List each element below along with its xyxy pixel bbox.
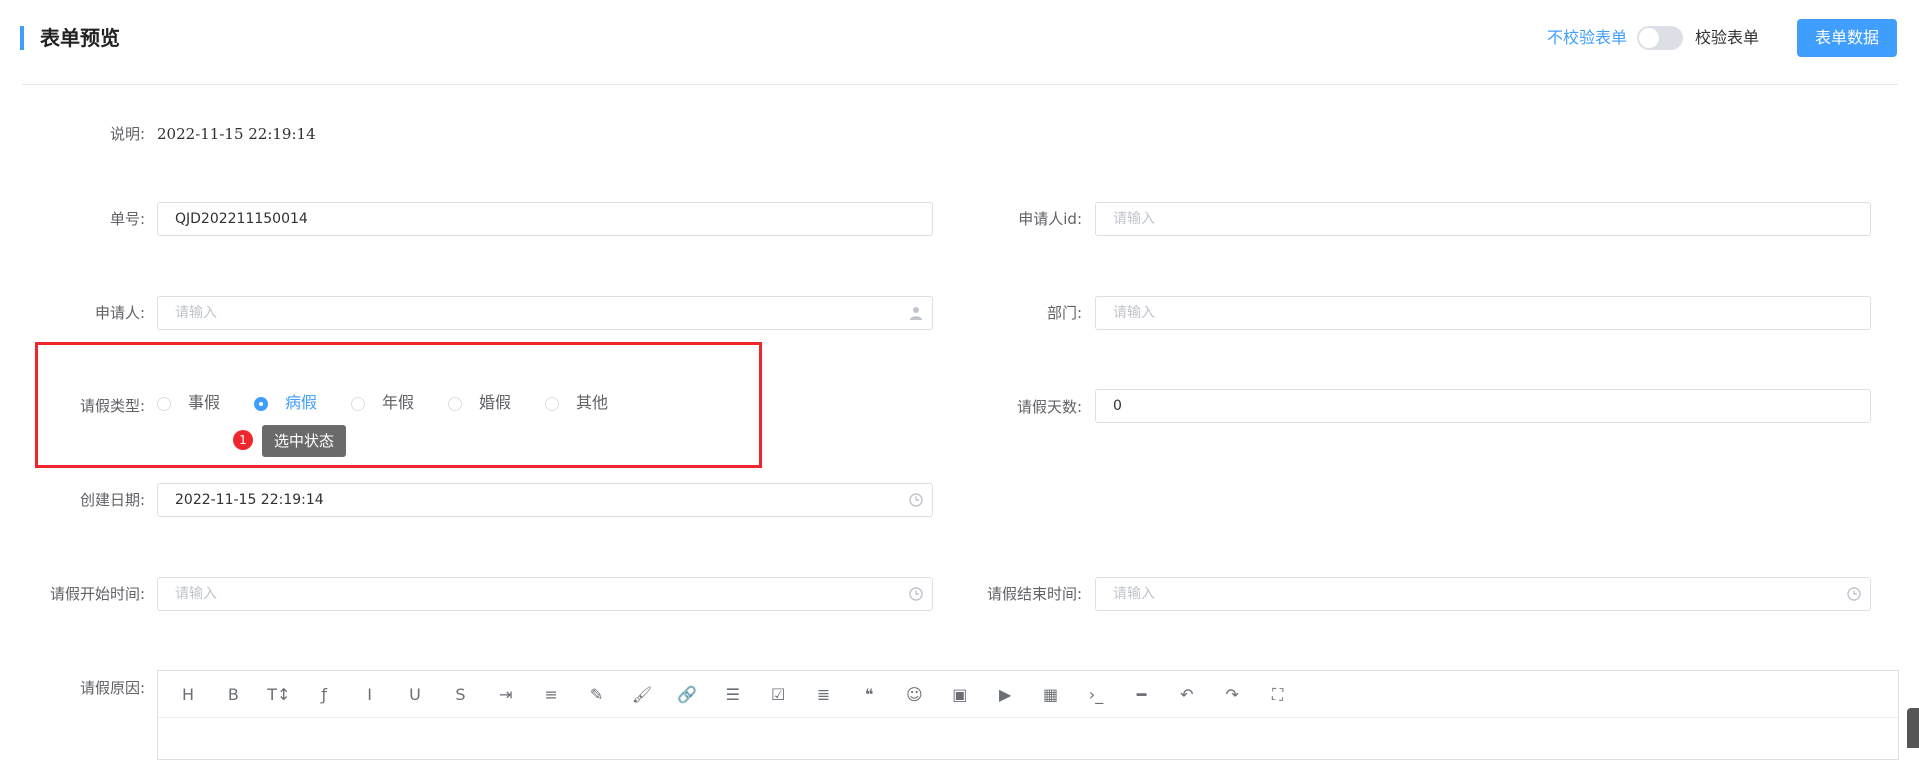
- radio-label[interactable]: 其他: [576, 393, 608, 413]
- order-no-value: QJD202211150014: [175, 211, 308, 227]
- leave-type-label: 请假类型:: [79, 397, 145, 415]
- strikethrough-icon[interactable]: S: [445, 680, 475, 710]
- validate-label[interactable]: 校验表单: [1695, 26, 1759, 50]
- bold-icon[interactable]: B: [218, 680, 248, 710]
- department-input[interactable]: 请输入: [1095, 296, 1871, 330]
- applicant-input[interactable]: 请输入: [157, 296, 933, 330]
- leave-days-input[interactable]: 0: [1095, 389, 1871, 423]
- scrollbar-thumb[interactable]: [1907, 708, 1919, 748]
- underline-icon[interactable]: U: [400, 680, 430, 710]
- start-time-placeholder: 请输入: [175, 586, 217, 602]
- undo-icon[interactable]: ↶: [1172, 680, 1202, 710]
- title-accent-bar: [20, 26, 24, 50]
- list-icon[interactable]: ☰: [718, 680, 748, 710]
- created-date-value: 2022-11-15 22:19:14: [175, 492, 324, 508]
- form-data-button[interactable]: 表单数据: [1797, 19, 1897, 57]
- department-placeholder: 请输入: [1113, 305, 1155, 321]
- brush-icon[interactable]: 🖌: [627, 680, 657, 710]
- radio-button[interactable]: [351, 397, 365, 411]
- redo-icon[interactable]: ↷: [1217, 680, 1247, 710]
- align-icon[interactable]: ≡: [536, 680, 566, 710]
- font-icon[interactable]: ƒ: [309, 680, 339, 710]
- horizontal-rule-icon[interactable]: ━: [1126, 680, 1156, 710]
- order-no-label: 单号:: [109, 210, 145, 228]
- end-time-label: 请假结束时间:: [986, 585, 1082, 603]
- radio-label[interactable]: 年假: [382, 393, 414, 413]
- validate-switch[interactable]: [1637, 26, 1683, 50]
- align-left-icon[interactable]: ≣: [809, 680, 839, 710]
- annotation-tooltip: 选中状态: [262, 425, 347, 457]
- radio-button[interactable]: [254, 397, 268, 411]
- link-icon[interactable]: 🔗: [672, 680, 702, 710]
- radio-label[interactable]: 婚假: [479, 393, 511, 413]
- radio-button[interactable]: [545, 397, 559, 411]
- image-icon[interactable]: ▣: [945, 680, 975, 710]
- fullscreen-icon[interactable]: ⛶: [1263, 680, 1293, 710]
- no-validate-label[interactable]: 不校验表单: [1547, 26, 1627, 50]
- order-no-input[interactable]: QJD202211150014: [157, 202, 933, 236]
- department-label: 部门:: [1046, 304, 1082, 322]
- end-time-placeholder: 请输入: [1113, 586, 1155, 602]
- checkbox-icon[interactable]: ☑: [763, 680, 793, 710]
- start-time-input[interactable]: 请输入: [157, 577, 933, 611]
- video-icon[interactable]: ▶: [990, 680, 1020, 710]
- applicant-id-input[interactable]: 请输入: [1095, 202, 1871, 236]
- page-title: 表单预览: [40, 26, 120, 50]
- emoji-icon[interactable]: ☺: [899, 680, 929, 710]
- clock-icon: [1847, 587, 1861, 601]
- heading-icon[interactable]: H: [173, 680, 203, 710]
- applicant-id-placeholder: 请输入: [1113, 211, 1155, 227]
- description-value: 2022-11-15 22:19:14: [157, 125, 316, 143]
- end-time-input[interactable]: 请输入: [1095, 577, 1871, 611]
- quote-icon[interactable]: ❝: [854, 680, 884, 710]
- start-time-label: 请假开始时间:: [49, 585, 145, 603]
- switch-knob: [1639, 28, 1659, 48]
- applicant-placeholder: 请输入: [175, 305, 217, 321]
- user-icon: [910, 307, 922, 320]
- radio-button[interactable]: [157, 397, 171, 411]
- editor-toolbar-divider: [158, 717, 1898, 718]
- created-date-label: 创建日期:: [79, 491, 145, 509]
- code-icon[interactable]: ›_: [1081, 680, 1111, 710]
- header-divider: [22, 84, 1898, 85]
- reason-label: 请假原因:: [79, 679, 145, 697]
- indent-icon[interactable]: ⇥: [491, 680, 521, 710]
- applicant-id-label: 申请人id:: [1018, 210, 1082, 228]
- table-icon[interactable]: ▦: [1036, 680, 1066, 710]
- leave-days-label: 请假天数:: [1016, 398, 1082, 416]
- leave-days-value: 0: [1113, 398, 1122, 414]
- text-size-icon[interactable]: T↕: [264, 680, 294, 710]
- pen-icon[interactable]: ✎: [582, 680, 612, 710]
- clock-icon: [909, 587, 923, 601]
- clock-icon: [909, 493, 923, 507]
- radio-button[interactable]: [448, 397, 462, 411]
- created-date-input[interactable]: 2022-11-15 22:19:14: [157, 483, 933, 517]
- applicant-label: 申请人:: [94, 304, 145, 322]
- description-label: 说明:: [109, 125, 145, 143]
- italic-icon[interactable]: I: [355, 680, 385, 710]
- radio-label[interactable]: 病假: [285, 393, 317, 413]
- radio-label[interactable]: 事假: [188, 393, 220, 413]
- annotation-badge: 1: [233, 430, 253, 450]
